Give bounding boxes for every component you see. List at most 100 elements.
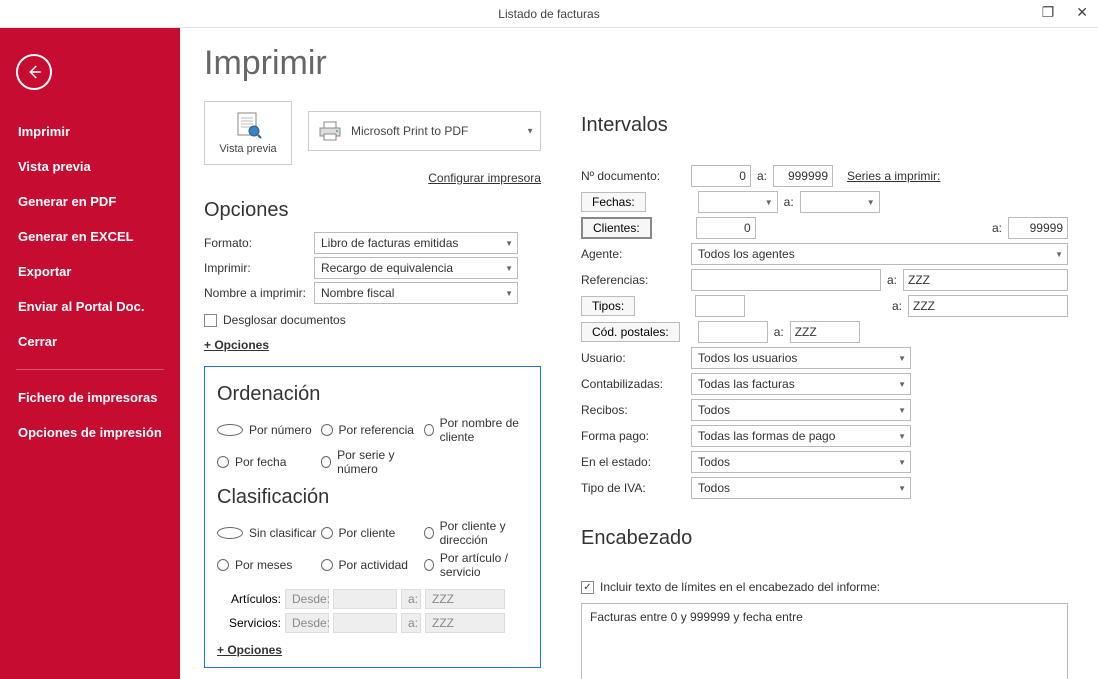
- checkbox-icon: [204, 314, 217, 327]
- imprimir-label: Imprimir:: [204, 261, 314, 275]
- fechas-button[interactable]: Fechas:: [581, 192, 646, 212]
- clientes-from-input[interactable]: [696, 217, 756, 239]
- cp-to-input[interactable]: [790, 321, 860, 343]
- tipo-iva-select[interactable]: Todos▼: [691, 477, 911, 499]
- back-button[interactable]: [16, 54, 52, 90]
- printer-name: Microsoft Print to PDF: [351, 124, 468, 138]
- nav-opciones-impresion[interactable]: Opciones de impresión: [0, 415, 180, 450]
- nav-generar-pdf[interactable]: Generar en PDF: [0, 184, 180, 219]
- radio-icon: [321, 527, 333, 539]
- contabilizadas-select[interactable]: Todas las facturas▼: [691, 373, 911, 395]
- radio-icon: [424, 527, 434, 539]
- clasificacion-plus-link[interactable]: + Opciones: [217, 643, 282, 657]
- fecha-from-select[interactable]: ▼: [698, 191, 778, 213]
- chevron-down-icon: ▼: [898, 354, 906, 363]
- chevron-down-icon: ▼: [898, 406, 906, 415]
- nav-generar-excel[interactable]: Generar en EXCEL: [0, 219, 180, 254]
- articulos-desde-label: Desde:: [285, 589, 329, 609]
- radio-icon: [217, 559, 229, 571]
- maximize-icon[interactable]: ❐: [1036, 2, 1061, 23]
- radio-icon: [217, 456, 229, 468]
- usuario-select[interactable]: Todos los usuarios▼: [691, 347, 911, 369]
- estado-select[interactable]: Todos▼: [691, 451, 911, 473]
- ndoc-from-input[interactable]: [691, 165, 751, 187]
- opciones-heading: Opciones: [204, 199, 541, 222]
- radio-por-serie-numero[interactable]: Por serie y número: [321, 448, 425, 476]
- radio-icon: [321, 456, 332, 468]
- chevron-down-icon: ▼: [1055, 250, 1063, 259]
- chevron-down-icon: ▼: [898, 432, 906, 441]
- radio-icon: [424, 424, 434, 436]
- referencias-label: Referencias:: [581, 273, 691, 287]
- nombre-select[interactable]: Nombre fiscal▼: [314, 282, 518, 304]
- radio-por-fecha[interactable]: Por fecha: [217, 448, 321, 476]
- nav-enviar-portal[interactable]: Enviar al Portal Doc.: [0, 289, 180, 324]
- vista-previa-label: Vista previa: [219, 143, 276, 155]
- estado-label: En el estado:: [581, 455, 691, 469]
- articulos-desde-input[interactable]: [333, 589, 397, 609]
- nav-imprimir[interactable]: Imprimir: [0, 114, 180, 149]
- agente-select[interactable]: Todos los agentes▼: [691, 243, 1068, 265]
- ndoc-label: Nº documento:: [581, 169, 691, 183]
- chevron-down-icon: ▼: [898, 484, 906, 493]
- ordenacion-clasificacion-panel: Ordenación Por número Por referencia Por…: [204, 366, 541, 668]
- cp-from-input[interactable]: [698, 321, 768, 343]
- document-preview-icon: [231, 111, 265, 141]
- incluir-texto-checkbox[interactable]: ✓Incluir texto de límites en el encabeza…: [581, 580, 880, 594]
- page-title: Imprimir: [204, 44, 541, 83]
- radio-por-nombre-cliente[interactable]: Por nombre de cliente: [424, 416, 528, 444]
- encabezado-textarea[interactable]: Facturas entre 0 y 999999 y fecha entre: [581, 603, 1068, 679]
- radio-por-meses[interactable]: Por meses: [217, 551, 321, 579]
- configurar-impresora-link[interactable]: Configurar impresora: [204, 171, 541, 185]
- tipos-to-input[interactable]: [908, 295, 1068, 317]
- chevron-down-icon: ▼: [526, 127, 534, 136]
- fecha-to-select[interactable]: ▼: [800, 191, 880, 213]
- cod-postales-button[interactable]: Cód. postales:: [581, 322, 680, 342]
- nav-fichero-impresoras[interactable]: Fichero de impresoras: [0, 380, 180, 415]
- formato-select[interactable]: Libro de facturas emitidas▼: [314, 232, 518, 254]
- referencias-to-input[interactable]: [903, 269, 1068, 291]
- radio-por-numero[interactable]: Por número: [217, 416, 321, 444]
- clientes-button[interactable]: Clientes:: [581, 217, 652, 239]
- checkbox-checked-icon: ✓: [581, 581, 594, 594]
- articulos-a-input[interactable]: ZZZ: [425, 589, 505, 609]
- intervalos-heading: Intervalos: [581, 114, 1068, 137]
- radio-por-articulo-servicio[interactable]: Por artículo / servicio: [424, 551, 528, 579]
- ndoc-to-input[interactable]: [773, 165, 833, 187]
- radio-icon: [217, 424, 243, 436]
- servicios-a-input[interactable]: ZZZ: [425, 613, 505, 633]
- radio-por-cliente-direccion[interactable]: Por cliente y dirección: [424, 519, 528, 547]
- radio-sin-clasificar[interactable]: Sin clasificar: [217, 519, 321, 547]
- radio-icon: [321, 424, 333, 436]
- tipo-iva-label: Tipo de IVA:: [581, 481, 691, 495]
- arrow-left-icon: [25, 63, 43, 81]
- series-imprimir-link[interactable]: Series a imprimir:: [847, 169, 940, 183]
- forma-pago-select[interactable]: Todas las formas de pago▼: [691, 425, 911, 447]
- agente-label: Agente:: [581, 247, 691, 261]
- referencias-from-input[interactable]: [691, 269, 881, 291]
- recibos-select[interactable]: Todos▼: [691, 399, 911, 421]
- radio-por-actividad[interactable]: Por actividad: [321, 551, 425, 579]
- printer-select[interactable]: Microsoft Print to PDF ▼: [308, 111, 541, 151]
- clientes-to-input[interactable]: [1008, 217, 1068, 239]
- close-icon[interactable]: ✕: [1070, 2, 1094, 23]
- radio-por-referencia[interactable]: Por referencia: [321, 416, 425, 444]
- a-label: a:: [784, 195, 794, 209]
- desglosar-checkbox[interactable]: Desglosar documentos: [204, 313, 346, 327]
- window-title: Listado de facturas: [498, 7, 599, 21]
- nav-cerrar[interactable]: Cerrar: [0, 324, 180, 359]
- nav-vista-previa[interactable]: Vista previa: [0, 149, 180, 184]
- articulos-a-label: a:: [401, 589, 421, 609]
- servicios-a-label: a:: [401, 613, 421, 633]
- chevron-down-icon: ▼: [867, 198, 875, 207]
- vista-previa-button[interactable]: Vista previa: [204, 101, 292, 165]
- opciones-plus-link[interactable]: + Opciones: [204, 338, 269, 352]
- nav-exportar[interactable]: Exportar: [0, 254, 180, 289]
- chevron-down-icon: ▼: [898, 380, 906, 389]
- tipos-from-input[interactable]: [695, 295, 745, 317]
- radio-por-cliente[interactable]: Por cliente: [321, 519, 425, 547]
- servicios-desde-input[interactable]: [333, 613, 397, 633]
- usuario-label: Usuario:: [581, 351, 691, 365]
- imprimir-select[interactable]: Recargo de equivalencia▼: [314, 257, 518, 279]
- tipos-button[interactable]: Tipos:: [581, 296, 635, 316]
